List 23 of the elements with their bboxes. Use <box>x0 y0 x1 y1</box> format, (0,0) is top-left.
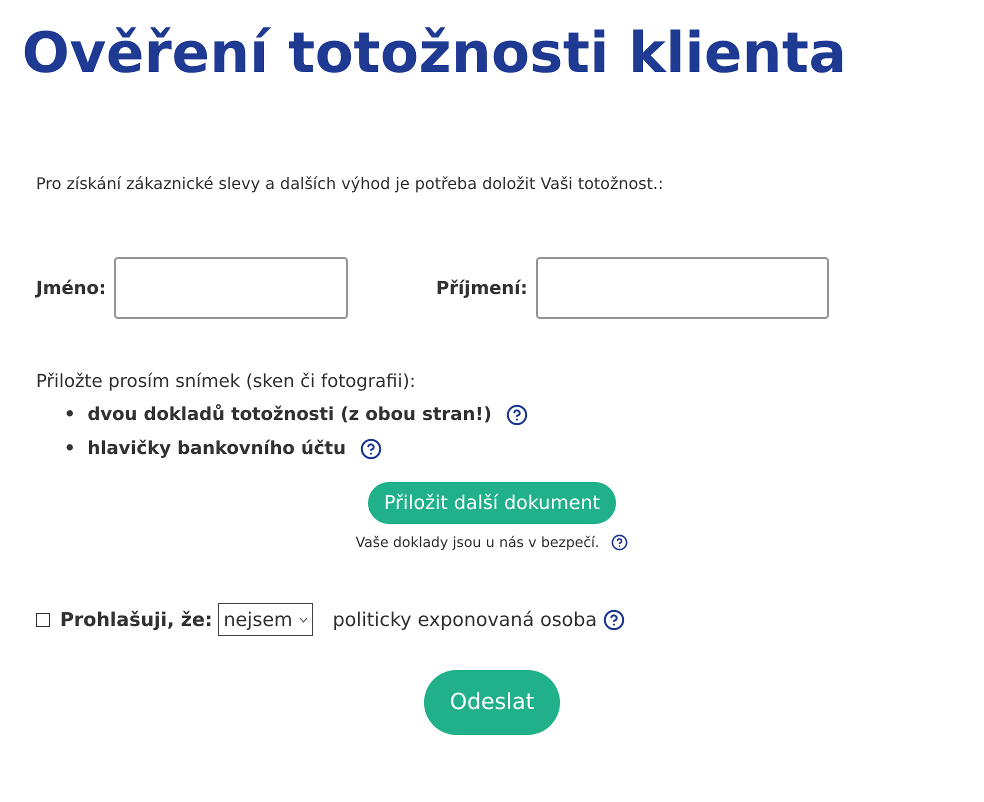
submit-button[interactable]: Odeslat <box>424 670 560 735</box>
intro-text: Pro získání zákaznické slevy a dalších výhod je potřeba doložit Vaši totožnost.: <box>36 174 664 193</box>
dropdown[interactable]: nejsem <box>218 603 313 636</box>
declaration-label: Prohlašuji, že: <box>60 608 212 630</box>
caret-icon <box>298 616 308 622</box>
help-icon[interactable] <box>360 438 382 460</box>
bullet: • <box>64 437 76 461</box>
help-icon[interactable] <box>506 404 528 426</box>
bullet: • <box>64 403 76 427</box>
safety-note: Vaše doklady jsou u nás v bezpečí. <box>356 534 600 550</box>
attach-instructions: Přiložte prosím snímek (sken či fotografii): <box>36 371 417 392</box>
field-label: Příjmení: <box>436 278 528 298</box>
declaration-text: politicky exponovaná osoba <box>332 608 598 630</box>
help-icon[interactable] <box>611 534 628 551</box>
document-item: dvou dokladů totožnosti (z obou stran!) <box>88 403 492 427</box>
input-field[interactable] <box>536 257 829 319</box>
input-field[interactable] <box>114 257 348 319</box>
page-title: Ověření totožnosti klienta <box>22 20 848 88</box>
help-icon[interactable] <box>603 608 626 630</box>
document-item: hlavičky bankovního účtu <box>88 437 346 461</box>
checkbox[interactable] <box>36 612 50 626</box>
field-label: Jméno: <box>36 278 106 298</box>
attach-button[interactable]: Přiložit další dokument <box>368 482 616 524</box>
